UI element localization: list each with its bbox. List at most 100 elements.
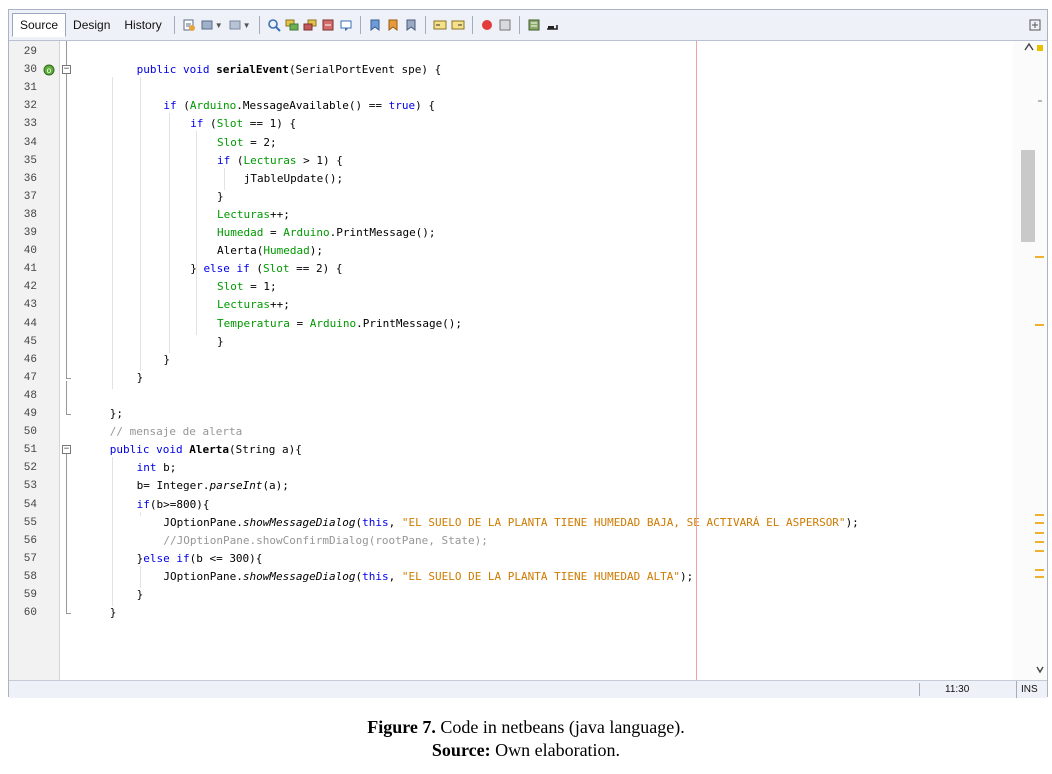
forward-icon[interactable] <box>228 18 242 32</box>
maximize-icon[interactable] <box>1029 18 1041 31</box>
toolbar-separator <box>424 16 426 34</box>
code-line: } <box>217 333 224 351</box>
code-token: Lecturas <box>217 298 270 312</box>
code-token: , <box>388 569 402 583</box>
figure-label: Figure 7. <box>367 717 436 737</box>
code-line: int b; <box>137 459 177 477</box>
code-token: this <box>362 515 389 529</box>
code-editor[interactable]: 29 30 31 32 33 34 35 36 37 38 39 40 41 42 43 44 45 46 47 48… <box>9 41 1047 680</box>
occurrence-marker <box>1035 522 1044 524</box>
code-token: .MessageAvailable() == <box>236 99 389 113</box>
override-method-icon[interactable]: o <box>43 64 55 76</box>
fold-guide <box>66 380 67 414</box>
code-line: JOptionPane.showMessageDialog(this, "EL … <box>163 514 858 532</box>
code-token: b; <box>156 461 177 475</box>
toggle-highlight-icon[interactable] <box>321 18 335 32</box>
code-line: Lecturas++; <box>217 296 290 314</box>
scrollbar-thumb[interactable] <box>1021 150 1035 242</box>
code-token: jTableUpdate(); <box>243 171 344 185</box>
code-token: ++; <box>269 298 290 312</box>
toolbar-separator <box>173 16 175 34</box>
occurrence-marker <box>1035 569 1044 571</box>
toggle-bookmark-icon[interactable] <box>404 18 418 32</box>
code-token: Lecturas <box>217 207 270 221</box>
code-token: "EL SUELO DE LA PLANTA TIENE HUMEDAD ALT… <box>401 569 680 583</box>
code-line: Lecturas++; <box>217 206 290 224</box>
code-line: } <box>137 586 144 604</box>
line-number: 43 <box>23 299 37 312</box>
code-line: Alerta(Humedad); <box>217 242 323 260</box>
code-line: }else if(b <= 300){ <box>137 550 263 568</box>
find-next-icon[interactable] <box>303 18 317 32</box>
line-number: 60 <box>23 607 37 620</box>
occurrence-marker <box>1035 541 1044 543</box>
line-number: 59 <box>23 589 37 601</box>
uncomment-icon[interactable] <box>545 18 559 32</box>
scroll-up-arrow-icon[interactable] <box>1024 42 1034 51</box>
occurrence-marker <box>1035 324 1044 326</box>
line-number: 42 <box>23 281 37 294</box>
forward-dropdown-icon[interactable]: ▼ <box>243 21 251 30</box>
figure-text: Code in netbeans (java language). <box>435 717 685 737</box>
start-macro-icon[interactable] <box>480 18 494 32</box>
previous-bookmark-icon[interactable] <box>368 18 382 32</box>
code-token: Slot <box>263 262 290 276</box>
find-icon[interactable] <box>267 18 281 32</box>
find-previous-icon[interactable] <box>285 18 299 32</box>
last-edit-icon[interactable] <box>182 18 196 32</box>
source-caption: Source: Own elaboration. <box>0 740 1052 761</box>
code-token: ); <box>309 244 323 258</box>
line-number: 51 <box>23 444 37 457</box>
comment-icon[interactable] <box>527 18 541 32</box>
line-number: 49 <box>23 408 37 420</box>
fold-guide <box>66 41 67 66</box>
code-line: //JOptionPane.showConfirmDialog(rootPane… <box>163 532 488 550</box>
code-token: else if <box>203 262 250 276</box>
code-token: ( <box>230 153 244 167</box>
line-number: 50 <box>23 426 37 439</box>
tab-source[interactable]: Source <box>12 13 67 37</box>
source-text: Own elaboration. <box>490 740 621 760</box>
code-token: JOptionPane. <box>163 569 243 583</box>
code-token: ( <box>176 99 190 113</box>
caret-position: 11:30 <box>945 684 970 695</box>
tab-design[interactable]: Design <box>66 14 117 36</box>
scroll-down-arrow-icon[interactable] <box>1036 666 1044 674</box>
source-label: Source: <box>431 740 491 760</box>
code-token: public void <box>136 63 217 77</box>
fold-toggle-icon[interactable]: − <box>62 65 71 75</box>
shift-right-icon[interactable] <box>451 18 465 32</box>
code-line: JOptionPane.showMessageDialog(this, "EL … <box>163 568 693 586</box>
code-line: jTableUpdate(); <box>244 170 343 188</box>
code-token: Arduino <box>189 99 237 113</box>
code-line: public void serialEvent(SerialPortEvent … <box>137 61 442 79</box>
tab-history[interactable]: History <box>117 14 168 36</box>
line-number: 33 <box>23 118 37 131</box>
stop-macro-icon[interactable] <box>498 18 512 32</box>
back-icon[interactable] <box>200 18 214 32</box>
fold-end-marker <box>66 613 71 615</box>
code-area[interactable]: public void serialEvent(SerialPortEvent … <box>79 41 1017 680</box>
line-number: 41 <box>23 263 37 276</box>
line-number: 46 <box>23 353 37 366</box>
fold-toggle-icon[interactable]: − <box>62 445 71 455</box>
code-token: .PrintMessage(); <box>329 226 436 239</box>
code-token: (String a){ <box>229 443 302 457</box>
indent-guide <box>224 167 225 190</box>
code-token: "EL SUELO DE LA PLANTA TIENE HUMEDAD BAJ… <box>401 515 846 529</box>
occurrence-marker <box>1035 514 1044 516</box>
error-stripe-scrollbar[interactable] <box>1013 41 1047 680</box>
back-dropdown-icon[interactable]: ▼ <box>215 21 223 30</box>
toggle-rect-select-icon[interactable] <box>339 18 353 32</box>
line-number: 57 <box>23 552 37 565</box>
indent-guide <box>140 565 141 588</box>
code-token: // mensaje de alerta <box>109 425 243 439</box>
code-line: if (Lecturas > 1) { <box>217 152 343 170</box>
toolbar-separator <box>518 16 520 34</box>
shift-left-icon[interactable] <box>433 18 447 32</box>
code-token: == 2) { <box>289 262 343 276</box>
insert-mode-indicator[interactable]: INS <box>1016 681 1038 698</box>
code-line: }; <box>110 405 123 423</box>
next-bookmark-icon[interactable] <box>386 18 400 32</box>
code-token: if <box>163 99 177 113</box>
